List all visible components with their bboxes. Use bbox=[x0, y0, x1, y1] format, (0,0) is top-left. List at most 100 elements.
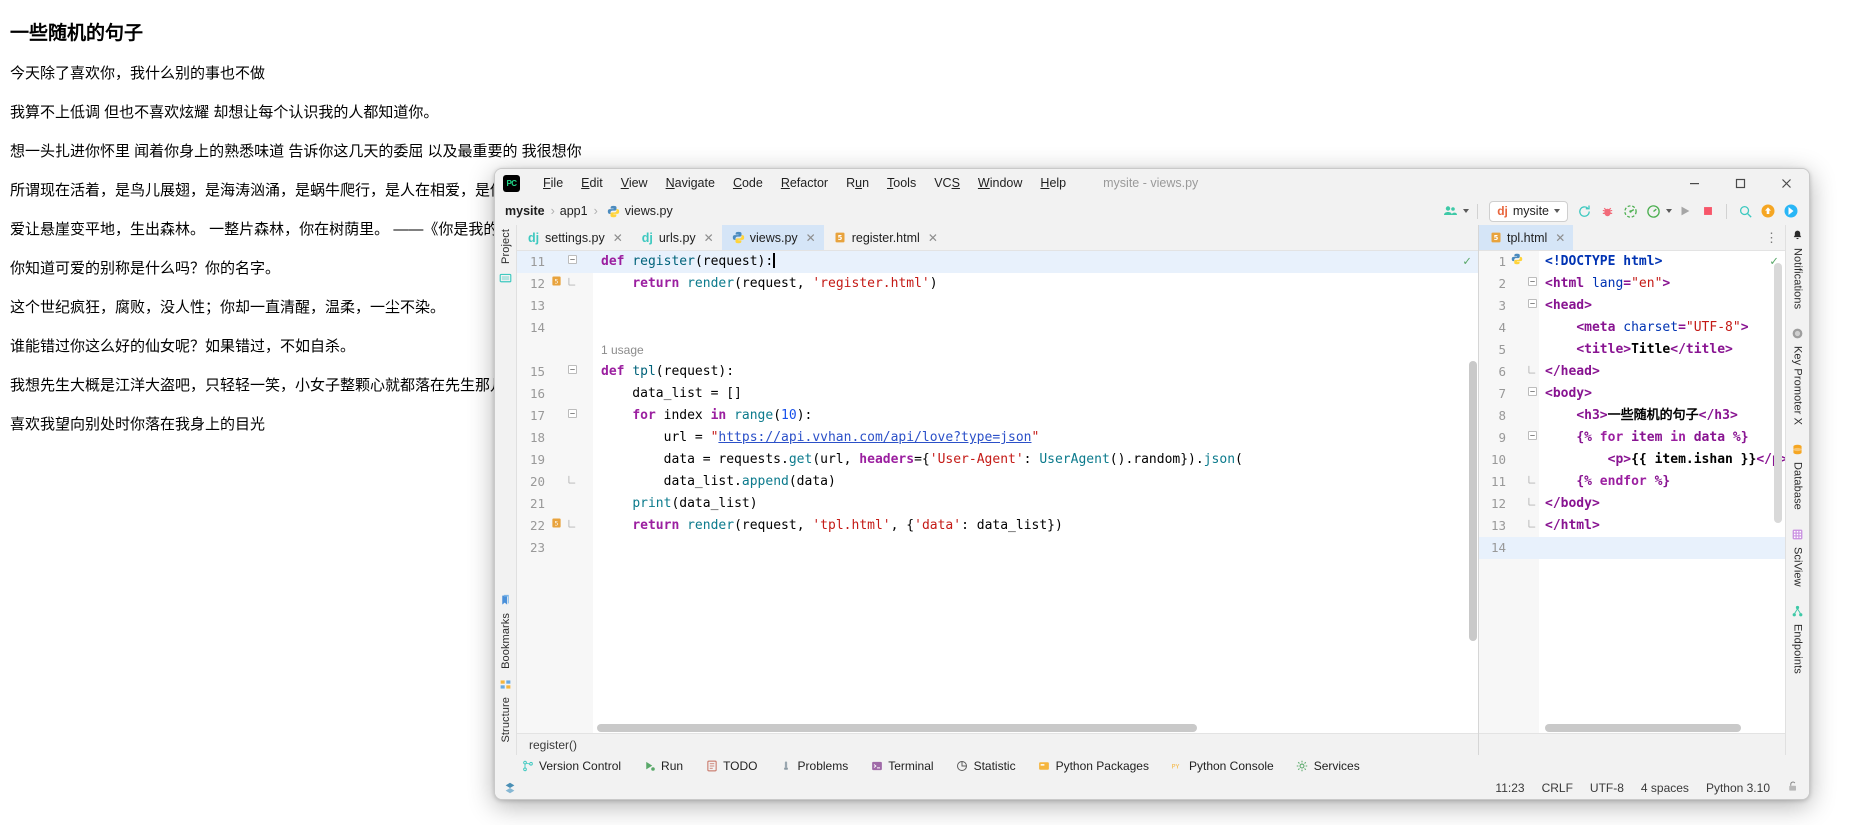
close-button[interactable] bbox=[1763, 169, 1809, 197]
tool-window-version-control[interactable]: Version Control bbox=[521, 759, 621, 773]
close-tab-icon[interactable]: ✕ bbox=[806, 231, 816, 245]
ide-status-icon[interactable] bbox=[503, 781, 517, 795]
fold-end-icon[interactable] bbox=[1525, 361, 1539, 383]
fold-collapse-icon[interactable] bbox=[1525, 383, 1539, 405]
gutter-row[interactable] bbox=[517, 339, 593, 361]
gutter-row[interactable]: 3 bbox=[1479, 295, 1539, 317]
line-separator[interactable]: CRLF bbox=[1542, 781, 1573, 795]
fold-end-icon[interactable] bbox=[1525, 493, 1539, 515]
fold-end-icon[interactable] bbox=[565, 471, 579, 493]
code-row[interactable]: <p>{{ item.ishan }}</p> bbox=[1539, 449, 1785, 471]
breadcrumb-app[interactable]: app1 bbox=[560, 204, 588, 218]
code-row[interactable]: </html> bbox=[1539, 515, 1785, 537]
gutter-row[interactable]: 18 bbox=[517, 427, 593, 449]
indent-setting[interactable]: 4 spaces bbox=[1641, 781, 1689, 795]
menu-item-help[interactable]: Help bbox=[1031, 173, 1075, 193]
gutter-row[interactable]: 20 bbox=[517, 471, 593, 493]
editor-tab-views-py[interactable]: views.py ✕ bbox=[721, 225, 824, 250]
editor-tab-settings-py[interactable]: dj settings.py ✕ bbox=[517, 225, 631, 250]
vertical-scrollbar-html[interactable] bbox=[1774, 263, 1782, 523]
html-gutter-icon[interactable]: 5 bbox=[547, 515, 565, 537]
update-icon[interactable] bbox=[1758, 201, 1778, 221]
bookmarks-icon[interactable] bbox=[499, 594, 512, 607]
profiler-caret-icon[interactable] bbox=[1666, 209, 1672, 213]
html-gutter-icon[interactable]: 5 bbox=[547, 273, 565, 295]
code-row[interactable]: <meta charset="UTF-8"> bbox=[1539, 317, 1785, 339]
code-row[interactable]: return render(request, 'tpl.html', {'dat… bbox=[593, 515, 1478, 537]
editor-tab-urls-py[interactable]: dj urls.py ✕ bbox=[631, 225, 722, 250]
fold-collapse-icon[interactable] bbox=[1525, 295, 1539, 317]
editor-tab-register-html[interactable]: 5 register.html ✕ bbox=[824, 225, 946, 250]
python-gutter-icon[interactable] bbox=[1508, 251, 1525, 273]
code-row[interactable]: <title>Title</title> bbox=[1539, 339, 1785, 361]
gutter-row[interactable]: 15 bbox=[517, 361, 593, 383]
gutter-row[interactable]: 11 bbox=[1479, 471, 1539, 493]
breadcrumb-file[interactable]: views.py bbox=[625, 204, 673, 218]
tool-window-run[interactable]: Run bbox=[643, 759, 683, 773]
menu-item-edit[interactable]: Edit bbox=[572, 173, 612, 193]
code-row[interactable]: <!DOCTYPE html> bbox=[1539, 251, 1785, 273]
tool-window-todo[interactable]: TODO bbox=[705, 759, 758, 773]
close-tab-icon[interactable]: ✕ bbox=[1555, 231, 1565, 245]
close-tab-icon[interactable]: ✕ bbox=[928, 231, 938, 245]
gutter-row[interactable]: 11 bbox=[517, 251, 593, 273]
code-row[interactable]: <body> bbox=[1539, 383, 1785, 405]
fold-collapse-icon[interactable] bbox=[1525, 427, 1539, 449]
code-row[interactable]: data_list = [] bbox=[593, 383, 1478, 405]
sidebar-item-project[interactable]: Project bbox=[495, 229, 517, 264]
run-config-caret-icon[interactable] bbox=[1554, 209, 1560, 213]
gutter-python[interactable]: 11 12 5 13 14 15 16 17 18 19 20 21 22 5 23 bbox=[517, 251, 593, 733]
gutter-row[interactable]: 12 bbox=[1479, 493, 1539, 515]
code-row[interactable]: def register(request): bbox=[593, 251, 1478, 273]
code-row[interactable]: url = "https://api.vvhan.com/api/love?ty… bbox=[593, 427, 1478, 449]
code-row[interactable]: def tpl(request): bbox=[593, 361, 1478, 383]
bug-icon[interactable] bbox=[1597, 201, 1617, 221]
menu-item-file[interactable]: File bbox=[534, 173, 572, 193]
search-icon[interactable] bbox=[1735, 201, 1755, 221]
code-row[interactable]: <head> bbox=[1539, 295, 1785, 317]
tab-options-icon[interactable]: ⋮ bbox=[1765, 225, 1779, 251]
breadcrumb-project[interactable]: mysite bbox=[505, 204, 545, 218]
tool-window-python-packages[interactable]: Python Packages bbox=[1038, 759, 1149, 773]
key-promoter-icon[interactable] bbox=[1791, 327, 1804, 340]
lock-icon[interactable] bbox=[1787, 780, 1799, 796]
code-row[interactable] bbox=[593, 295, 1478, 317]
gutter-row[interactable]: 4 bbox=[1479, 317, 1539, 339]
code-row[interactable]: for index in range(10): bbox=[593, 405, 1478, 427]
gutter-row[interactable]: 5 bbox=[1479, 339, 1539, 361]
gutter-row[interactable]: 2 bbox=[1479, 273, 1539, 295]
reload-icon[interactable] bbox=[1574, 201, 1594, 221]
vertical-scrollbar-python[interactable] bbox=[1469, 361, 1477, 641]
code-row[interactable]: data = requests.get(url, headers={'User-… bbox=[593, 449, 1478, 471]
code-row[interactable]: {% endfor %} bbox=[1539, 471, 1785, 493]
notifications-icon[interactable] bbox=[1791, 229, 1804, 242]
fold-end-icon[interactable] bbox=[565, 515, 579, 537]
menu-item-vcs[interactable]: VCS bbox=[925, 173, 969, 193]
gutter-row[interactable]: 16 bbox=[517, 383, 593, 405]
sidebar-item-database[interactable]: Database bbox=[1787, 462, 1809, 510]
gutter-row[interactable]: 23 bbox=[517, 537, 593, 559]
profiler-icon[interactable] bbox=[1643, 201, 1663, 221]
database-icon[interactable] bbox=[1791, 443, 1804, 456]
file-encoding[interactable]: UTF-8 bbox=[1590, 781, 1624, 795]
fold-collapse-icon[interactable] bbox=[565, 251, 579, 273]
fold-end-icon[interactable] bbox=[1525, 515, 1539, 537]
code-row[interactable]: <html lang="en"> bbox=[1539, 273, 1785, 295]
coverage-icon[interactable] bbox=[1620, 201, 1640, 221]
code-row[interactable] bbox=[593, 317, 1478, 339]
code-row[interactable]: 1 usage bbox=[593, 339, 1478, 361]
gutter-row[interactable]: 12 5 bbox=[517, 273, 593, 295]
tool-window-services[interactable]: Services bbox=[1296, 759, 1360, 773]
code-row[interactable] bbox=[1539, 537, 1785, 559]
code-row[interactable]: </head> bbox=[1539, 361, 1785, 383]
run-icon[interactable] bbox=[1675, 201, 1695, 221]
gutter-row[interactable]: 19 bbox=[517, 449, 593, 471]
fold-collapse-icon[interactable] bbox=[565, 405, 579, 427]
sidebar-item-structure[interactable]: Structure bbox=[495, 697, 517, 743]
maximize-button[interactable] bbox=[1717, 169, 1763, 197]
menu-item-view[interactable]: View bbox=[612, 173, 657, 193]
gutter-row[interactable]: 13 bbox=[517, 295, 593, 317]
fold-collapse-icon[interactable] bbox=[1525, 273, 1539, 295]
project-icon[interactable] bbox=[499, 272, 512, 285]
structure-icon[interactable] bbox=[499, 678, 512, 691]
